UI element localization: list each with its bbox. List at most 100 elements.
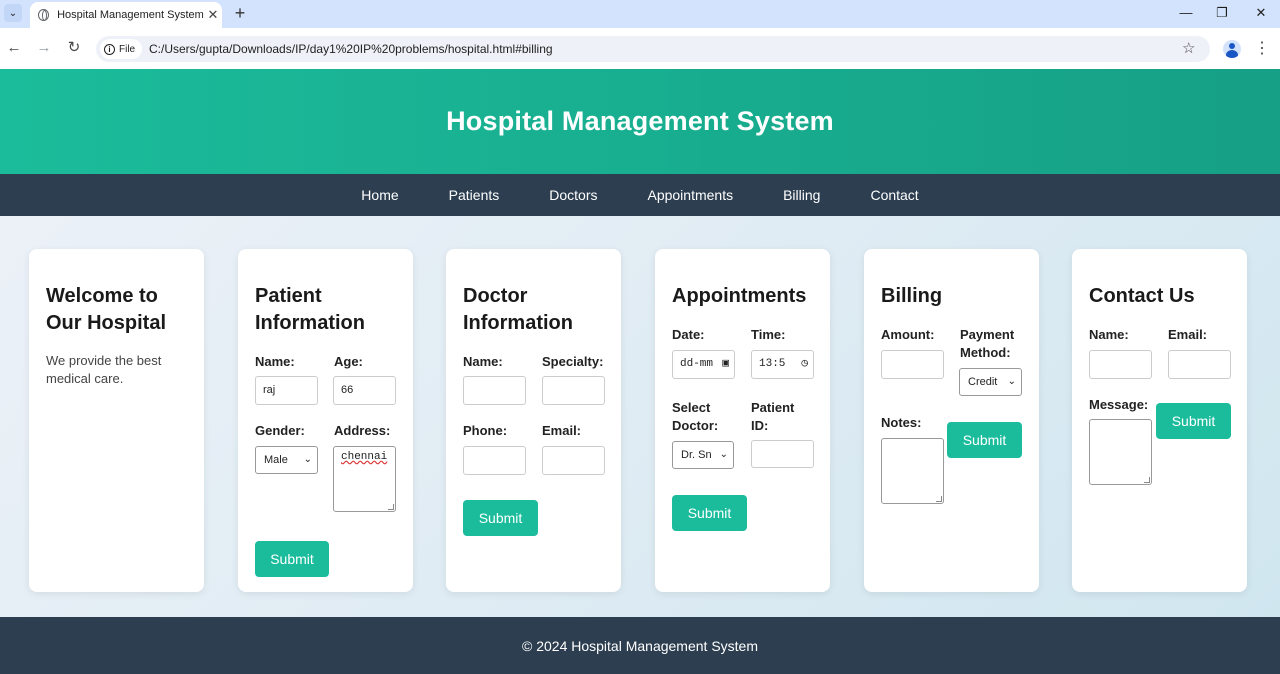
billing-amount-label: Amount:: [881, 327, 935, 342]
tab-close-icon[interactable]: ✕: [204, 7, 222, 23]
appointment-doctor-select[interactable]: Dr. Sn ⌄: [672, 441, 734, 469]
patient-age-input[interactable]: 66: [333, 376, 396, 405]
date-value: dd-mm: [680, 358, 714, 370]
appointment-time-input[interactable]: 13:5 ◷: [751, 350, 814, 379]
appointment-date-label: Date:: [672, 327, 705, 342]
appointments-title: Appointments: [672, 285, 807, 307]
doctor-phone-label: Phone:: [463, 423, 508, 438]
restore-button[interactable]: ❐: [1210, 3, 1234, 23]
footer-text: © 2024 Hospital Management System: [522, 637, 758, 654]
patient-name-label: Name:: [255, 354, 295, 369]
doctor-email-label: Email:: [542, 423, 582, 438]
patient-submit-button[interactable]: Submit: [255, 541, 329, 577]
gender-selected-value: Male: [264, 454, 288, 466]
doctor-specialty-input[interactable]: [542, 376, 605, 405]
contact-email-input[interactable]: [1168, 350, 1231, 379]
close-window-button[interactable]: ✕: [1249, 3, 1273, 23]
contact-submit-button[interactable]: Submit: [1156, 403, 1231, 439]
reload-button[interactable]: ↻: [64, 38, 84, 58]
chevron-down-icon: ⌄: [1007, 376, 1016, 387]
doctor-email-input[interactable]: [542, 446, 605, 475]
patient-title: Patient Information: [255, 285, 365, 334]
contact-email-label: Email:: [1168, 327, 1208, 342]
appointment-patient-input[interactable]: [751, 440, 814, 468]
clock-icon[interactable]: ◷: [801, 351, 808, 378]
resize-grip-icon[interactable]: [1144, 477, 1150, 483]
main-nav: Home Patients Doctors Appointments Billi…: [0, 174, 1280, 216]
contact-name-input[interactable]: [1089, 350, 1152, 379]
info-icon: i: [104, 43, 115, 55]
browser-menu-icon[interactable]: ⋮: [1254, 38, 1270, 58]
appointment-time-label: Time:: [751, 327, 786, 342]
doctor-phone-input[interactable]: [463, 446, 526, 475]
billing-submit-button[interactable]: Submit: [947, 422, 1022, 458]
page-title: Hospital Management System: [446, 106, 834, 136]
site-footer: © 2024 Hospital Management System: [0, 617, 1280, 674]
billing-notes-textarea[interactable]: [881, 438, 944, 504]
browser-tab-strip: ⌄ Hospital Management System ✕ + — ❐ ✕: [0, 0, 1280, 28]
globe-icon: [38, 9, 50, 21]
billing-card: Billing Amount: Payment Method: Credit ⌄…: [864, 249, 1039, 592]
appointment-submit-button[interactable]: Submit: [672, 495, 747, 531]
url-text[interactable]: C:/Users/gupta/Downloads/IP/day1%20IP%20…: [149, 42, 553, 56]
site-header: Hospital Management System: [0, 69, 1280, 174]
minimize-button[interactable]: —: [1174, 3, 1198, 23]
doctor-title: Doctor Information: [463, 285, 573, 334]
calendar-icon[interactable]: ▣: [722, 351, 729, 378]
contact-message-textarea[interactable]: [1089, 419, 1152, 485]
billing-payment-select[interactable]: Credit ⌄: [959, 368, 1022, 396]
patient-address-textarea[interactable]: chennai: [333, 446, 396, 512]
nav-patients[interactable]: Patients: [449, 187, 500, 203]
doctor-selected-value: Dr. Sn: [681, 449, 712, 461]
nav-billing[interactable]: Billing: [783, 187, 820, 203]
nav-home[interactable]: Home: [361, 187, 398, 203]
welcome-card: Welcome to Our Hospital We provide the b…: [29, 249, 204, 592]
welcome-title: Welcome to Our Hospital: [46, 285, 167, 334]
appointment-patient-label: Patient ID:: [751, 400, 795, 433]
nav-appointments[interactable]: Appointments: [647, 187, 733, 203]
tab-title: Hospital Management System: [57, 9, 204, 21]
browser-tab[interactable]: Hospital Management System ✕: [30, 2, 222, 28]
doctor-submit-button[interactable]: Submit: [463, 500, 538, 536]
site-info-chip[interactable]: i File: [100, 39, 142, 59]
doctor-name-input[interactable]: [463, 376, 526, 405]
time-value: 13:5: [759, 358, 786, 370]
chevron-down-icon: ⌄: [303, 454, 312, 465]
contact-message-label: Message:: [1089, 397, 1149, 412]
billing-notes-label: Notes:: [881, 415, 922, 430]
profile-avatar-icon[interactable]: [1223, 40, 1241, 58]
billing-amount-input[interactable]: [881, 350, 944, 379]
patient-age-label: Age:: [334, 354, 363, 369]
address-value: chennai: [341, 451, 388, 463]
chevron-down-icon[interactable]: ⌄: [4, 4, 22, 22]
patient-gender-select[interactable]: Male ⌄: [255, 446, 318, 474]
billing-payment-label: Payment Method:: [960, 327, 1015, 360]
resize-grip-icon[interactable]: [936, 496, 942, 502]
patient-card: Patient Information Name: Age: raj 66 Ge…: [238, 249, 413, 592]
nav-contact[interactable]: Contact: [870, 187, 918, 203]
payment-selected-value: Credit: [968, 376, 998, 388]
contact-name-label: Name:: [1089, 327, 1129, 342]
forward-button[interactable]: →: [34, 38, 54, 58]
bookmark-star-icon[interactable]: ☆: [1182, 39, 1195, 57]
doctor-card: Doctor Information Name: Specialty: Phon…: [446, 249, 621, 592]
chevron-down-icon: ⌄: [719, 449, 728, 460]
doctor-specialty-label: Specialty:: [542, 354, 604, 369]
doctor-name-label: Name:: [463, 354, 503, 369]
patient-name-input[interactable]: raj: [255, 376, 318, 405]
site-info-label: File: [119, 43, 136, 55]
back-button[interactable]: ←: [4, 38, 24, 58]
contact-title: Contact Us: [1089, 285, 1195, 307]
appointment-date-input[interactable]: dd-mm ▣: [672, 350, 735, 379]
nav-doctors[interactable]: Doctors: [549, 187, 597, 203]
appointment-doctor-label: Select Doctor:: [672, 400, 719, 433]
new-tab-button[interactable]: +: [230, 3, 250, 23]
contact-card: Contact Us Name: Email: Message: Submit: [1072, 249, 1247, 592]
welcome-text: We provide the best medical care.: [46, 353, 162, 386]
page: Hospital Management System Home Patients…: [0, 69, 1280, 674]
resize-grip-icon[interactable]: [388, 504, 394, 510]
patient-address-label: Address:: [334, 423, 391, 438]
appointments-card: Appointments Date: Time: dd-mm ▣ 13:5 ◷ Se…: [655, 249, 830, 592]
billing-title: Billing: [881, 285, 943, 307]
patient-gender-label: Gender:: [255, 423, 305, 438]
